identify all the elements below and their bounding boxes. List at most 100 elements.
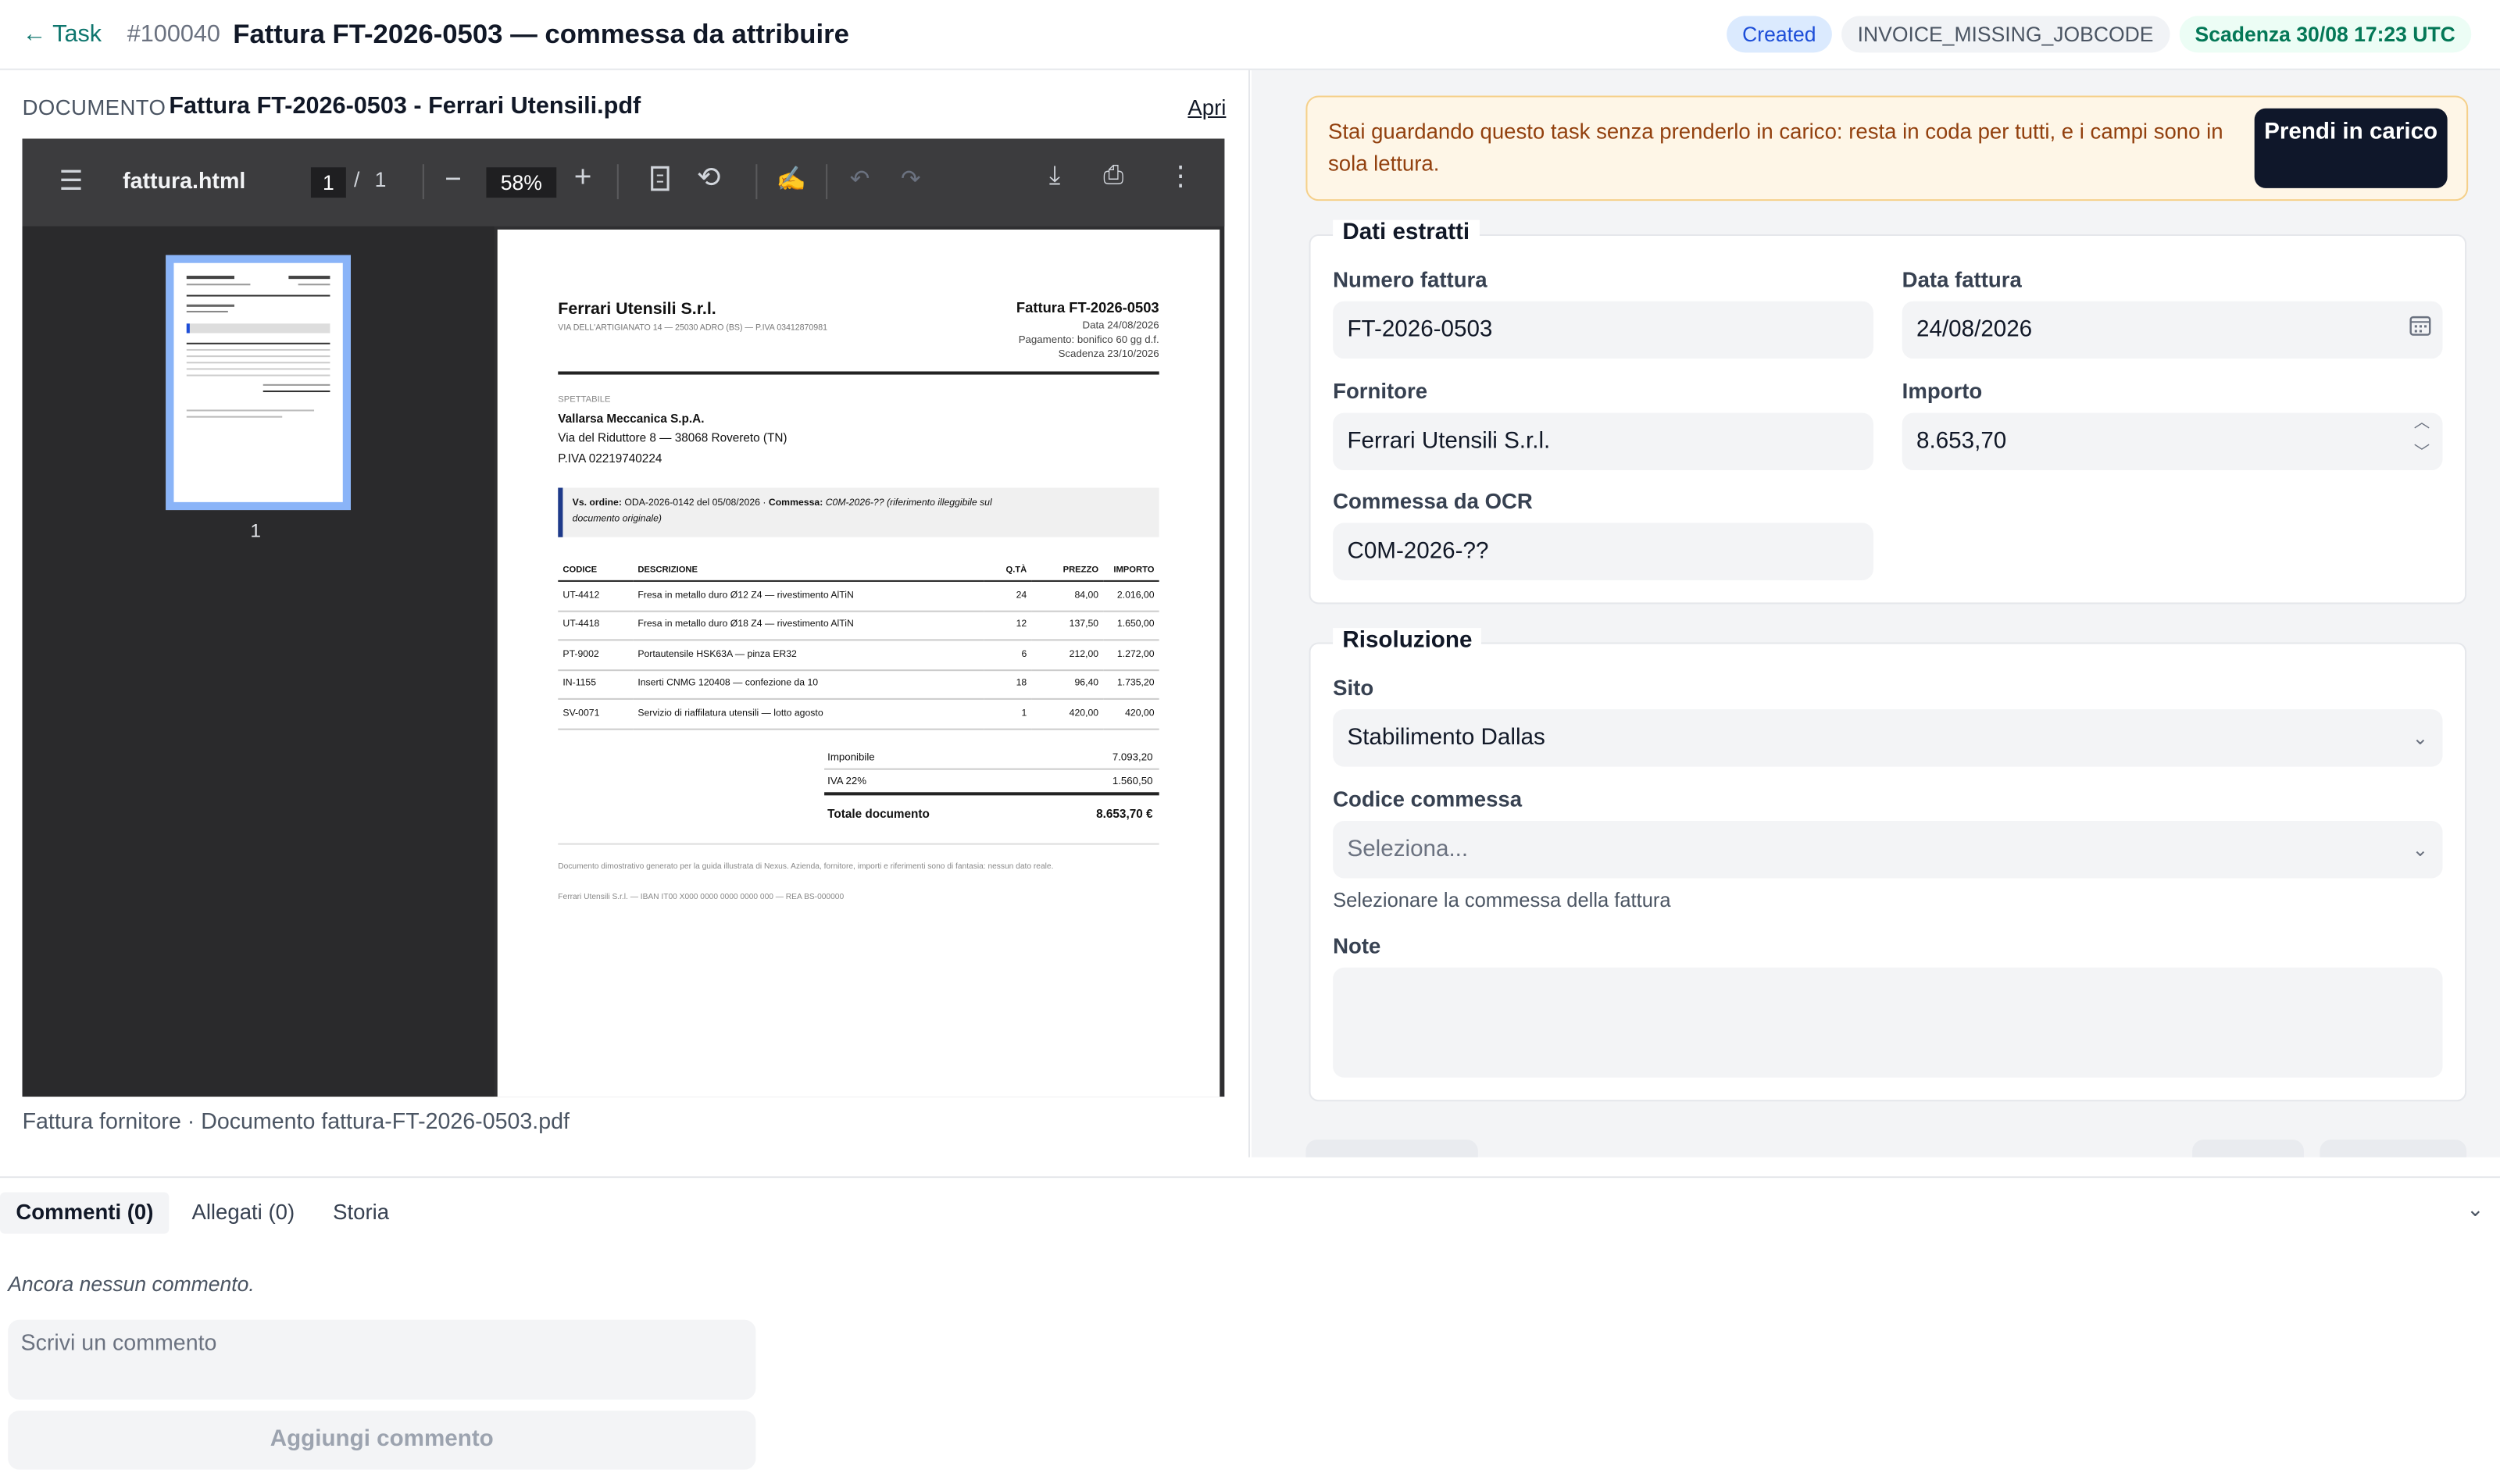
- page-separator: /: [354, 167, 360, 191]
- status-badge: Created: [1726, 16, 1832, 53]
- site-select[interactable]: Stabilimento Dallas ⌄: [1333, 709, 2443, 767]
- readonly-notice: Stai guardando questo task senza prender…: [1305, 95, 2469, 202]
- job-code-help: Selezionare la commessa della fattura: [1333, 889, 1671, 912]
- table-cell: IN-1155: [558, 669, 634, 700]
- take-charge-button[interactable]: Prendi in carico: [2254, 108, 2448, 188]
- thumbnail-sidebar: 1: [22, 226, 495, 1097]
- due-badge: Scadenza 30/08 17:23 UTC: [2179, 16, 2472, 53]
- table-row: PT-9002 Portautensile HSK63A — pinza ER32…: [558, 640, 1159, 671]
- table-row: UT-4412 Fresa in metallo duro Ø12 Z4 — ri…: [558, 580, 1159, 612]
- supplier-label: Fornitore: [1333, 379, 1428, 404]
- comment-input[interactable]: Scrivi un commento: [8, 1319, 756, 1400]
- add-comment-button[interactable]: Aggiungi commento: [8, 1411, 756, 1470]
- open-document-link[interactable]: Apri: [1188, 95, 1226, 120]
- zoom-level[interactable]: 58%: [486, 167, 557, 198]
- invoice-date-label: Data fattura: [1902, 267, 2022, 292]
- print-icon[interactable]: ⎙: [1103, 162, 1123, 191]
- supplier-field[interactable]: Ferrari Utensili S.r.l.: [1333, 412, 1873, 471]
- zoom-in-icon[interactable]: +: [574, 161, 592, 196]
- activity-tabs: Commenti (0) Allegati (0) Storia: [0, 1192, 412, 1234]
- table-cell: 137,50: [1031, 610, 1104, 641]
- header: ← Task #100040 Fattura FT-2026-0503 — co…: [0, 0, 2500, 70]
- table-cell: 96,40: [1031, 669, 1104, 700]
- tab-history[interactable]: Storia: [317, 1193, 405, 1234]
- tab-comments[interactable]: Commenti (0): [0, 1192, 170, 1234]
- annotate-icon[interactable]: ✍: [777, 164, 806, 193]
- notes-label: Note: [1333, 933, 1381, 958]
- table-cell: 420,00: [1031, 698, 1104, 730]
- table-cell: UT-4418: [558, 610, 634, 641]
- notes-textarea[interactable]: [1333, 967, 2443, 1078]
- table-cell: Servizio di riaffilatura utensili — lott…: [633, 698, 984, 730]
- calendar-icon[interactable]: [2409, 301, 2432, 359]
- document-name: Fattura FT-2026-0503 - Ferrari Utensili.…: [169, 92, 641, 120]
- table-cell: PT-9002: [558, 640, 634, 671]
- table-cell: SV-0071: [558, 698, 634, 730]
- more-options-icon[interactable]: ⋮: [1167, 161, 1195, 193]
- job-code-select[interactable]: Seleziona... ⌄: [1333, 821, 2443, 879]
- decrement-icon[interactable]: ﹀: [2414, 426, 2430, 483]
- invoice-date: Data 24/08/2026: [1082, 320, 1159, 332]
- ocr-job-label: Commessa da OCR: [1333, 489, 1533, 514]
- zoom-out-icon[interactable]: −: [445, 162, 461, 196]
- table-header-cell: CODICE: [558, 561, 634, 582]
- table-header-cell: PREZZO: [1031, 561, 1104, 582]
- vat-label: IVA 22%: [827, 776, 867, 788]
- table-row: IN-1155 Inserti CNMG 120408 — confezione …: [558, 669, 1159, 700]
- menu-icon[interactable]: ☰: [59, 166, 84, 198]
- job-code-label: Codice commessa: [1333, 787, 1523, 812]
- table-cell: 420,00: [1103, 698, 1159, 730]
- resolution-legend: Risoluzione: [1333, 628, 1482, 654]
- total-value: 8.653,70 €: [1096, 806, 1153, 822]
- invoice-due: Scadenza 23/10/2026: [1058, 348, 1159, 361]
- invoice-lines-table: CODICE DESCRIZIONE Q.TÀ PREZZO IMPORTO UT-441…: [558, 561, 1159, 730]
- table-cell: 1.272,00: [1103, 640, 1159, 671]
- table-cell: 24: [984, 580, 1032, 612]
- table-header-cell: Q.TÀ: [984, 561, 1032, 582]
- extracted-data-panel: Dati estratti Numero fattura FT-2026-050…: [1309, 219, 2467, 605]
- table-cell: 1: [984, 698, 1032, 730]
- invoice-number: Fattura FT-2026-0503: [1016, 299, 1159, 316]
- taxable-value: 7.093,20: [1112, 752, 1153, 764]
- taxable-label: Imponibile: [827, 752, 875, 764]
- order-reference: Vs. ordine: ODA-2026-0142 del 05/08/2026…: [572, 498, 992, 524]
- collapse-chevron-icon[interactable]: ⌄: [2466, 1197, 2484, 1223]
- invoice-page: Ferrari Utensili S.r.l. VIA DELL'ARTIGIA…: [497, 229, 1220, 1097]
- table-header-cell: IMPORTO: [1103, 561, 1159, 582]
- undo-icon[interactable]: ↶: [850, 164, 870, 193]
- table-cell: UT-4412: [558, 580, 634, 612]
- vat-value: 1.560,50: [1112, 776, 1153, 788]
- back-to-tasks-link[interactable]: ← Task: [23, 21, 102, 48]
- table-cell: Portautensile HSK63A — pinza ER32: [633, 640, 984, 671]
- table-cell: 212,00: [1031, 640, 1104, 671]
- page-total: 1: [374, 167, 387, 191]
- invoice-date-field[interactable]: 24/08/2026: [1902, 301, 2443, 359]
- amount-field[interactable]: 8.653,70 ︿ ﹀: [1902, 412, 2443, 471]
- invoice-footer: Ferrari Utensili S.r.l. — IBAN IT00 X000…: [558, 892, 845, 903]
- table-cell: Fresa in metallo duro Ø12 Z4 — rivestime…: [633, 580, 984, 612]
- site-label: Sito: [1333, 676, 1374, 700]
- invoice-supplier: Ferrari Utensili S.r.l.: [558, 299, 716, 319]
- table-cell: 1.650,00: [1103, 610, 1159, 641]
- task-id: #100040: [127, 20, 220, 48]
- table-cell: 6: [984, 640, 1032, 671]
- no-comments-text: Ancora nessun commento.: [8, 1272, 255, 1297]
- page-thumbnail[interactable]: [166, 255, 351, 511]
- document-pane: DOCUMENTO Fattura FT-2026-0503 - Ferrari…: [0, 70, 1250, 1158]
- redo-icon[interactable]: ↷: [901, 164, 921, 193]
- rotate-icon[interactable]: ⟲: [697, 161, 721, 194]
- tab-attachments[interactable]: Allegati (0): [176, 1193, 311, 1234]
- table-cell: Fresa in metallo duro Ø18 Z4 — rivestime…: [633, 610, 984, 641]
- pdf-filename: fattura.html: [123, 167, 246, 193]
- amount-label: Importo: [1902, 379, 1983, 404]
- table-cell: 84,00: [1031, 580, 1104, 612]
- download-icon[interactable]: ⤓: [1049, 162, 1060, 191]
- ocr-job-field[interactable]: C0M-2026-??: [1333, 523, 1873, 580]
- page-title: Fattura FT-2026-0503 — commessa da attri…: [233, 18, 849, 49]
- readonly-notice-text: Stai guardando questo task senza prender…: [1327, 120, 2223, 175]
- table-cell: Inserti CNMG 120408 — confezione da 10: [633, 669, 984, 700]
- page-number-input[interactable]: 1: [310, 167, 346, 198]
- fit-page-icon[interactable]: [651, 166, 670, 198]
- invoice-number-field[interactable]: FT-2026-0503: [1333, 301, 1873, 359]
- document-label: DOCUMENTO: [22, 95, 166, 120]
